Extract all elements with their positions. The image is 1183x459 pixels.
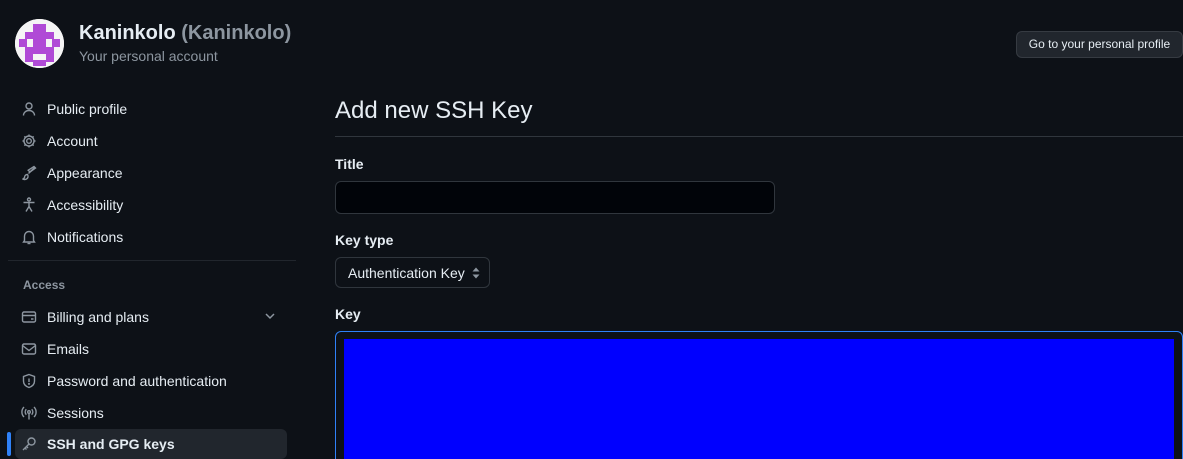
- sidebar-item-appearance[interactable]: Appearance: [15, 158, 287, 188]
- key-field-label: Key: [335, 306, 361, 322]
- sidebar-section-access: Access: [23, 278, 66, 292]
- accessibility-icon: [20, 196, 38, 214]
- sidebar-item-label: Public profile: [47, 101, 128, 117]
- sidebar-divider: [8, 260, 296, 261]
- key-type-value: Authentication Key: [348, 264, 465, 281]
- active-indicator: [7, 432, 11, 456]
- mail-icon: [20, 340, 38, 358]
- key-textarea-content[interactable]: [344, 339, 1174, 459]
- go-to-profile-button[interactable]: Go to your personal profile: [1016, 31, 1183, 58]
- sidebar-item-label: SSH and GPG keys: [47, 436, 175, 452]
- settings-page: Kaninkolo (Kaninkolo) Your personal acco…: [0, 0, 1183, 459]
- title-field-label: Title: [335, 156, 364, 172]
- sidebar-item-label: Appearance: [47, 165, 123, 181]
- title-input[interactable]: [335, 181, 775, 214]
- sidebar-item-label: Account: [47, 133, 98, 149]
- account-name: Kaninkolo (Kaninkolo): [79, 22, 291, 45]
- select-arrows-icon: [471, 266, 481, 283]
- sidebar-item-public-profile[interactable]: Public profile: [15, 94, 287, 124]
- broadcast-icon: [20, 404, 38, 422]
- shield-icon: [20, 372, 38, 390]
- sidebar-item-label: Billing and plans: [47, 309, 149, 325]
- sidebar-item-account[interactable]: Account: [15, 126, 287, 156]
- user-name: Kaninkolo: [79, 22, 176, 44]
- paintbrush-icon: [20, 164, 38, 182]
- sidebar-item-password-authentication[interactable]: Password and authentication: [15, 366, 287, 396]
- sidebar-item-ssh-gpg-keys[interactable]: SSH and GPG keys: [7, 429, 287, 459]
- sidebar-item-emails[interactable]: Emails: [15, 334, 287, 364]
- credit-card-icon: [20, 308, 38, 326]
- gear-icon: [20, 132, 38, 150]
- key-type-select[interactable]: Authentication Key: [335, 257, 490, 288]
- key-textarea[interactable]: [335, 331, 1183, 459]
- account-subtitle: Your personal account: [79, 48, 218, 64]
- person-icon: [20, 100, 38, 118]
- sidebar-item-label: Password and authentication: [47, 373, 227, 389]
- sidebar-item-label: Sessions: [47, 405, 104, 421]
- avatar[interactable]: [15, 19, 64, 68]
- sidebar-item-label: Accessibility: [47, 197, 124, 213]
- user-handle: (Kaninkolo): [181, 22, 292, 44]
- sidebar-item-label: Notifications: [47, 229, 124, 245]
- key-icon: [20, 435, 38, 453]
- key-type-label: Key type: [335, 232, 394, 248]
- sidebar-item-accessibility[interactable]: Accessibility: [15, 190, 287, 220]
- page-title: Add new SSH Key: [335, 97, 533, 124]
- sidebar-item-sessions[interactable]: Sessions: [15, 398, 287, 428]
- sidebar-item-notifications[interactable]: Notifications: [15, 222, 287, 252]
- bell-icon: [20, 228, 38, 246]
- chevron-down-icon[interactable]: [263, 309, 277, 326]
- sidebar-item-label: Emails: [47, 341, 90, 357]
- sidebar-item-billing[interactable]: Billing and plans: [15, 302, 287, 332]
- title-divider: [335, 136, 1183, 137]
